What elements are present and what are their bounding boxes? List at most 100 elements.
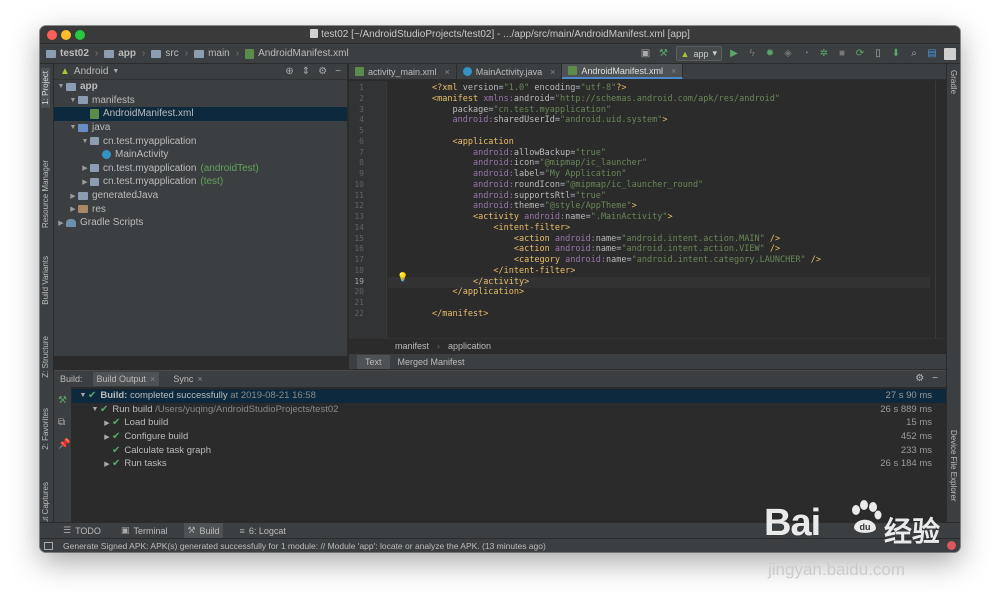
collapsed-arrow-icon[interactable]: ▶ — [102, 460, 112, 468]
tab-mainactivity-java[interactable]: MainActivity.java × — [457, 64, 563, 79]
code-line[interactable]: <category android:name="android.intent.c… — [388, 255, 821, 266]
expanded-arrow-icon[interactable]: ▼ — [68, 124, 78, 131]
close-tab-icon[interactable]: × — [445, 67, 450, 77]
collapsed-arrow-icon[interactable]: ▶ — [80, 178, 90, 186]
tool-window-build-variants[interactable]: Build Variants — [41, 256, 50, 305]
tree-item-gradle-scripts[interactable]: ▶ Gradle Scripts — [54, 216, 347, 230]
code-line[interactable]: package="cn.test.myapplication" — [388, 105, 611, 116]
close-tab-icon[interactable]: × — [150, 374, 155, 384]
attach-debugger-icon[interactable]: ✲ — [818, 48, 830, 60]
close-tab-icon[interactable]: × — [197, 374, 202, 384]
project-structure-icon[interactable]: ▣ — [640, 48, 652, 60]
tree-item-manifests[interactable]: ▼ manifests — [54, 94, 347, 108]
user-icon[interactable] — [944, 47, 956, 60]
hide-panel-icon[interactable]: − — [932, 373, 938, 384]
expanded-arrow-icon[interactable]: ▼ — [78, 392, 88, 399]
code-line[interactable]: </manifest> — [388, 309, 488, 320]
tab-activity-main-xml[interactable]: activity_main.xml × — [349, 64, 457, 79]
tool-window-structure[interactable]: Z: Structure — [41, 336, 50, 378]
tree-item-package-test[interactable]: ▶ cn.test.myapplication (test) — [54, 175, 347, 189]
tree-item-generatedjava[interactable]: ▶ generatedJava — [54, 189, 347, 203]
gear-icon[interactable]: ⚙ — [915, 373, 924, 384]
tree-item-app[interactable]: ▼ app — [54, 80, 347, 94]
code-line[interactable]: </application> — [388, 287, 524, 298]
build-row-configure-build[interactable]: ▶ ✔ Configure build 452 ms — [72, 430, 946, 444]
tool-tab-terminal[interactable]: ▣ Terminal — [118, 523, 171, 538]
collapsed-arrow-icon[interactable]: ▶ — [68, 192, 78, 200]
breadcrumb-application[interactable]: application — [448, 341, 491, 351]
pin-icon[interactable]: 📌 — [58, 439, 70, 450]
code-line[interactable] — [388, 298, 432, 309]
crumb-main[interactable]: main › — [194, 48, 239, 59]
code-line[interactable]: android:label="My Application" — [388, 169, 627, 180]
expanded-arrow-icon[interactable]: ▼ — [56, 83, 66, 90]
tree-item-java[interactable]: ▼ java — [54, 121, 347, 135]
build-row-run-tasks[interactable]: ▶ ✔ Run tasks 26 s 184 ms — [72, 457, 946, 471]
breadcrumb-manifest[interactable]: manifest — [395, 341, 429, 351]
event-log-icon[interactable]: ▤ — [926, 48, 938, 60]
collapsed-arrow-icon[interactable]: ▶ — [56, 219, 66, 227]
code-line[interactable]: </intent-filter> — [388, 266, 575, 277]
make-project-icon[interactable]: ⚒ — [658, 48, 670, 60]
coverage-icon[interactable]: ◈ — [782, 48, 794, 60]
debug-icon[interactable]: ✹ — [764, 48, 776, 60]
chevron-down-icon[interactable]: ▼ — [112, 68, 119, 75]
tool-window-project[interactable]: 1: Project — [41, 68, 50, 108]
code-line[interactable] — [388, 126, 432, 137]
tree-item-androidmanifest[interactable]: AndroidManifest.xml — [54, 107, 347, 121]
code-line[interactable]: android:roundIcon="@mipmap/ic_launcher_r… — [388, 180, 703, 191]
tab-sync[interactable]: Sync × — [169, 372, 206, 386]
crumb-src[interactable]: src › — [151, 48, 188, 59]
search-icon[interactable]: ⌕ — [908, 48, 920, 60]
crumb-file[interactable]: AndroidManifest.xml — [245, 48, 349, 59]
code-line[interactable]: <?xml version="1.0" encoding="utf-8"?> — [388, 83, 627, 94]
build-row-load-build[interactable]: ▶ ✔ Load build 15 ms — [72, 416, 946, 430]
rebuild-icon[interactable]: ⚒ — [58, 395, 67, 406]
expanded-arrow-icon[interactable]: ▼ — [68, 97, 78, 104]
tool-tab-build[interactable]: ⚒ Build — [184, 523, 223, 538]
tab-merged-manifest[interactable]: Merged Manifest — [390, 355, 473, 369]
code-editor[interactable]: <?xml version="1.0" encoding="utf-8"?> <m… — [388, 81, 930, 338]
expanded-arrow-icon[interactable]: ▼ — [80, 138, 90, 145]
code-line[interactable]: android:allowBackup="true" — [388, 148, 606, 159]
tree-item-res[interactable]: ▶ res — [54, 202, 347, 216]
code-line[interactable]: <application — [388, 137, 513, 148]
build-row-run-build[interactable]: ▼ ✔ Run build /Users/yuqing/AndroidStudio… — [72, 403, 946, 417]
crumb-project[interactable]: test02 › — [46, 48, 98, 59]
tool-window-resource-manager[interactable]: Resource Manager — [41, 160, 50, 228]
code-line[interactable]: android:icon="@mipmap/ic_launcher" — [388, 158, 647, 169]
collapsed-arrow-icon[interactable]: ▶ — [102, 433, 112, 441]
tool-window-device-file-explorer[interactable]: Device File Explorer — [949, 430, 958, 502]
profile-icon[interactable]: ◔ — [800, 48, 812, 60]
toggle-view-icon[interactable]: ⧉ — [58, 417, 65, 428]
run-configuration-select[interactable]: ▲ app ▾ — [675, 46, 722, 61]
code-line[interactable]: android:sharedUserId="android.uid.system… — [388, 115, 667, 126]
crumb-module[interactable]: app › — [104, 48, 145, 59]
sync-gradle-icon[interactable]: ⟳ — [854, 48, 866, 60]
stop-icon[interactable]: ■ — [836, 48, 848, 60]
tool-tab-todo[interactable]: ☰ TODO — [60, 523, 104, 538]
collapsed-arrow-icon[interactable]: ▶ — [68, 205, 78, 213]
tab-build-output[interactable]: Build Output × — [92, 372, 160, 386]
close-tab-icon[interactable]: × — [550, 67, 555, 77]
code-line[interactable]: </activity> — [388, 276, 930, 288]
apply-changes-icon[interactable]: ϟ — [746, 48, 758, 60]
collapse-all-icon[interactable]: ⇕ — [302, 66, 310, 77]
build-row-status[interactable]: ▼ ✔ Build: completed successfully at 2019… — [72, 389, 946, 403]
avd-manager-icon[interactable]: ▯ — [872, 48, 884, 60]
tab-text[interactable]: Text — [357, 354, 390, 369]
collapsed-arrow-icon[interactable]: ▶ — [80, 164, 90, 172]
lightbulb-icon[interactable]: 💡 — [397, 272, 408, 283]
code-line[interactable]: <action android:name="android.intent.act… — [388, 234, 780, 245]
sdk-manager-icon[interactable]: ⬇ — [890, 48, 902, 60]
tool-tab-logcat[interactable]: ≡ 6: Logcat — [237, 524, 289, 538]
tree-item-mainactivity[interactable]: MainActivity — [54, 148, 347, 162]
close-tab-icon[interactable]: × — [671, 66, 676, 76]
notification-icon[interactable] — [947, 541, 956, 550]
code-line[interactable]: <manifest xmlns:android="http://schemas.… — [388, 94, 780, 105]
code-line[interactable]: android:theme="@style/AppTheme"> — [388, 201, 637, 212]
toggle-tool-windows-icon[interactable] — [44, 541, 53, 550]
collapsed-arrow-icon[interactable]: ▶ — [102, 419, 112, 427]
run-icon[interactable]: ▶ — [728, 48, 740, 60]
gear-icon[interactable]: ⚙ — [318, 66, 327, 77]
